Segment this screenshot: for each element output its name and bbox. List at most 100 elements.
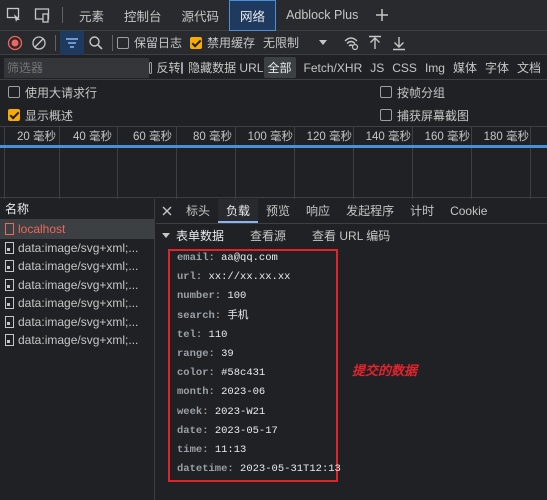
filter-type-doc[interactable]: 文档 [513, 57, 545, 78]
document-icon [5, 223, 14, 236]
tab-timing[interactable]: 计时 [402, 199, 442, 223]
tab-initiator[interactable]: 发起程序 [338, 199, 402, 223]
form-data-label[interactable]: 表单数据 [176, 227, 224, 244]
request-name: data:image/svg+xml;... [18, 314, 139, 329]
filter-icon[interactable] [60, 30, 84, 55]
tab-headers[interactable]: 标头 [178, 199, 218, 223]
request-name: data:image/svg+xml;... [18, 240, 139, 255]
timeline-tick: 180 毫秒 [483, 131, 529, 143]
disable-cache-checkbox[interactable] [190, 36, 203, 49]
field-key: search: [177, 309, 222, 322]
payload-field: url: xx://xx.xx.xx [177, 269, 290, 285]
payload-field: number: 100 [177, 288, 246, 304]
filter-type-font[interactable]: 字体 [481, 57, 513, 78]
throttle-select[interactable]: 无限制 [263, 34, 299, 51]
group-by-frame-label: 按帧分组 [397, 85, 446, 100]
tab-preview[interactable]: 预览 [258, 199, 298, 223]
tab-network[interactable]: 网络 [229, 0, 277, 31]
form-data-header: 表单数据 查看源 查看 URL 编码 [156, 224, 547, 246]
list-item[interactable]: data:image/svg+xml;... [0, 276, 154, 295]
tab-response[interactable]: 响应 [298, 199, 338, 223]
tab-payload[interactable]: 负载 [218, 199, 259, 223]
show-overview-checkbox[interactable] [8, 109, 20, 121]
image-file-icon [5, 315, 14, 328]
filter-type-media[interactable]: 媒体 [449, 57, 481, 78]
clear-icon[interactable] [27, 31, 51, 55]
big-request-rows-checkbox[interactable] [8, 86, 20, 98]
network-conditions-icon[interactable] [339, 31, 363, 55]
tab-console[interactable]: 控制台 [114, 0, 172, 31]
payload-field: search: 手机 [177, 308, 248, 324]
preserve-log-checkbox[interactable] [117, 36, 129, 49]
filter-input[interactable] [4, 57, 149, 78]
list-item[interactable]: data:image/svg+xml;... [0, 331, 154, 350]
image-file-icon [5, 297, 14, 310]
payload-field: email: aa@qq.com [177, 250, 278, 266]
filter-type-img[interactable]: Img [421, 59, 449, 77]
filter-type-js[interactable]: JS [366, 59, 388, 77]
tab-elements[interactable]: 元素 [69, 0, 114, 31]
field-value: aa@qq.com [221, 252, 278, 264]
timeline-tick: 140 毫秒 [365, 131, 411, 143]
filter-type-fetch-xhr[interactable]: Fetch/XHR [300, 59, 367, 77]
field-value: 2023-05-17 [214, 424, 278, 437]
payload-field: week: 2023-W21 [177, 404, 265, 420]
timeline-tick: 20 毫秒 [17, 131, 56, 143]
timeline-tick: 80 毫秒 [193, 131, 232, 143]
list-item[interactable]: data:image/svg+xml;... [0, 294, 154, 313]
tab-cookies[interactable]: Cookie [442, 199, 495, 223]
tab-adblock-plus[interactable]: Adblock Plus [276, 0, 368, 31]
timeline-ruler: 20 毫秒 40 毫秒 60 毫秒 80 毫秒 100 毫秒 120 毫秒 14… [0, 126, 547, 202]
hide-data-url-checkbox[interactable] [180, 61, 184, 74]
options-row-1: 使用大请求行 按帧分组 [0, 80, 547, 104]
triangle-down-icon[interactable] [162, 232, 170, 238]
timeline-tick: 40 毫秒 [73, 131, 112, 143]
image-file-icon [5, 334, 14, 347]
name-column-header[interactable]: 名称 [0, 199, 154, 220]
request-list: 名称 localhost data:image/svg+xml;... data… [0, 199, 155, 500]
timeline-tick: 60 毫秒 [133, 131, 172, 143]
export-har-icon[interactable] [387, 31, 411, 55]
timeline-tick: 100 毫秒 [247, 131, 293, 143]
request-name: data:image/svg+xml;... [18, 259, 139, 274]
field-key: date: [177, 424, 209, 437]
close-icon[interactable] [156, 199, 178, 223]
show-overview-label: 显示概述 [25, 108, 74, 123]
field-value: 2023-W21 [214, 405, 266, 418]
request-detail-panel: 标头 负载 预览 响应 发起程序 计时 Cookie 表单数据 查看源 查看 U… [156, 199, 547, 500]
devtools-tab-bar: 元素 控制台 源代码 网络 Adblock Plus [0, 0, 547, 31]
field-value: 11:13 [214, 444, 247, 456]
device-toolbar-icon[interactable] [28, 0, 56, 31]
invert-checkbox[interactable] [149, 61, 152, 74]
inspect-element-icon[interactable] [0, 0, 28, 31]
timeline-overview[interactable] [0, 148, 547, 198]
field-value: 100 [227, 290, 247, 303]
search-icon[interactable] [84, 31, 108, 55]
filter-type-all[interactable]: 全部 [263, 57, 296, 78]
detail-tabs: 标头 负载 预览 响应 发起程序 计时 Cookie [156, 199, 547, 224]
list-item[interactable]: data:image/svg+xml;... [0, 257, 154, 276]
capture-screenshots-checkbox[interactable] [380, 109, 392, 121]
import-har-icon[interactable] [363, 31, 387, 55]
chevron-down-icon[interactable] [319, 40, 328, 45]
view-url-encoded-link[interactable]: 查看 URL 编码 [312, 227, 390, 244]
big-request-rows-label: 使用大请求行 [25, 85, 98, 100]
request-name: localhost [18, 222, 66, 237]
timeline-tick: 120 毫秒 [306, 131, 352, 143]
list-item[interactable]: data:image/svg+xml;... [0, 239, 154, 258]
list-item[interactable]: data:image/svg+xml;... [0, 313, 154, 332]
field-key: week: [177, 405, 209, 418]
tab-sources[interactable]: 源代码 [172, 0, 230, 31]
view-source-link[interactable]: 查看源 [250, 227, 286, 244]
filter-bar: 反转 隐藏数据 URL 全部 Fetch/XHR JS CSS Img 媒体 字… [0, 56, 547, 80]
image-file-icon [5, 260, 14, 273]
network-toolbar: 保留日志 禁用缓存 无限制 [0, 30, 547, 55]
payload-field: range: 39 [177, 346, 234, 362]
field-value: 39 [221, 348, 234, 360]
list-item[interactable]: localhost [0, 220, 154, 239]
group-by-frame-checkbox[interactable] [380, 86, 392, 98]
disable-cache-label: 禁用缓存 [207, 36, 256, 50]
record-icon[interactable] [3, 31, 27, 55]
filter-type-css[interactable]: CSS [388, 59, 421, 77]
more-tabs-plus-icon[interactable] [368, 0, 396, 31]
